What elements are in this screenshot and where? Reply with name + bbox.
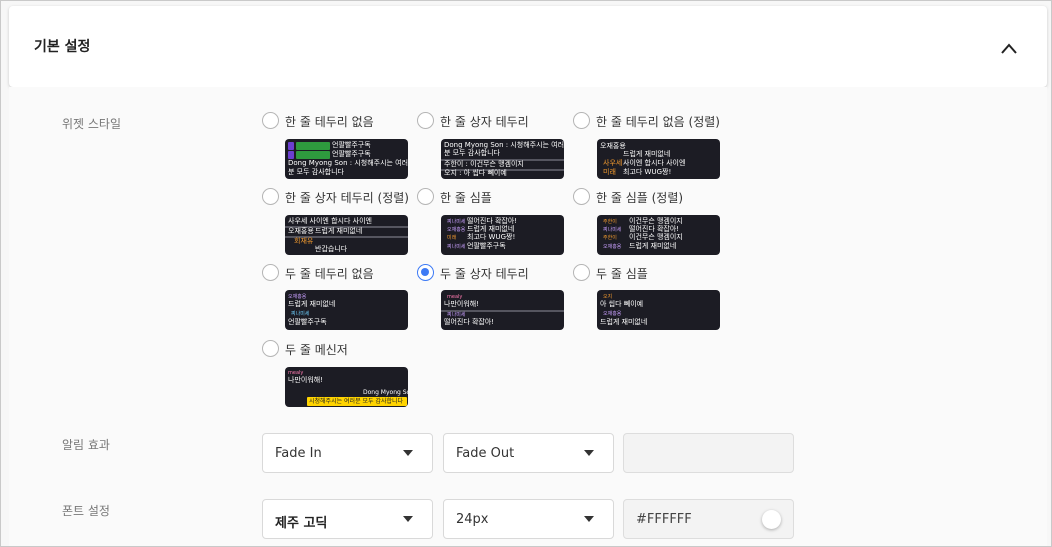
preview-text: 미래 <box>603 168 616 176</box>
preview-text: 나만이워해! <box>288 376 324 384</box>
tag <box>288 151 294 159</box>
preview-text: 드럽게 재미없네 <box>600 318 648 326</box>
preview-text: 최고다 WUG짱! <box>623 168 672 176</box>
preview-text: 떨어진다 확잡아! <box>444 318 495 326</box>
select-value: 24px <box>456 512 489 527</box>
preview-text: 언팔빨주구독 <box>288 318 327 326</box>
widget-preview-4[interactable]: 사우세 사이엔 합시다 사이엔 오재홍용 드럽게 재미없네 회재유 반갑습니다 <box>285 215 408 255</box>
preview-text: 회재유 <box>294 237 314 245</box>
widget-preview-7[interactable]: 오재홍용 드럽게 재미없네 찌나미세 언팔빨주구독 <box>285 290 408 330</box>
preview-text: 드럽게 재미없네 <box>629 242 677 250</box>
radio-button[interactable] <box>573 188 590 205</box>
widget-preview-5[interactable]: 찌나미세 떨어진다 확잡아! 오재홍용 드럽게 재미없네 미래 최고다 WUG짱… <box>441 215 564 255</box>
option-label: 두 줄 메신저 <box>285 343 348 357</box>
option-label: 한 줄 상자 테두리 <box>440 115 529 129</box>
section-header[interactable]: 기본 설정 <box>9 6 1047 87</box>
widget-preview-10[interactable]: mealy 나만이워해! Dong Myong Son 시청해주시는 여러분 모… <box>285 367 408 407</box>
widget-preview-6[interactable]: 주한이 이건무슨 맹겜이지 찌나미세 떨어진다 확잡아! 주한이 이건무슨 맹겜… <box>597 215 720 255</box>
preview-text: 찌나미세 <box>447 244 466 250</box>
radio-button[interactable] <box>262 264 279 281</box>
radio-button[interactable] <box>417 112 434 129</box>
settings-panel: 기본 설정 위젯 스타일 한 줄 테두리 없음 언팔빨주구독 언팔빨주구독 Do… <box>0 0 1052 547</box>
select-value: Fade Out <box>456 446 515 461</box>
preview-text: Dong Myong Son <box>363 389 408 396</box>
color-value: #FFFFFF <box>636 512 692 527</box>
fade-in-select[interactable]: Fade In <box>262 433 433 473</box>
caret-down-icon <box>403 450 413 456</box>
preview-text: 나만이워해! <box>444 300 480 308</box>
radio-button[interactable] <box>262 188 279 205</box>
option-label: 한 줄 테두리 없음 (정렬) <box>596 115 720 129</box>
alert-extra-field[interactable] <box>623 433 794 473</box>
preview-text: 시청해주시는 여러분 모두 감사합니다 <box>309 398 404 405</box>
section-title: 기본 설정 <box>34 39 91 55</box>
fade-out-select[interactable]: Fade Out <box>443 433 614 473</box>
radio-button[interactable] <box>417 188 434 205</box>
widget-preview-1[interactable]: 언팔빨주구독 언팔빨주구독 Dong Myong Son : 시청해주시는 여러… <box>285 139 408 179</box>
option-label: 두 줄 심플 <box>596 267 648 281</box>
preview-text: 분 모두 감사합니다 <box>288 168 344 176</box>
preview-text: 언팔빨주구독 <box>332 150 371 158</box>
preview-text: 미래 <box>447 235 457 241</box>
preview-text: 사이엔 합시다 사이엔 <box>623 159 686 167</box>
radio-button[interactable] <box>573 264 590 281</box>
preview-text: 사우세 사이엔 합시다 사이엔 <box>288 217 372 225</box>
tag <box>296 142 330 150</box>
preview-text: 최고다 WUG짱! <box>467 233 516 241</box>
caret-down-icon <box>584 516 594 522</box>
alert-effect-label: 알림 효과 <box>62 438 110 452</box>
font-family-select[interactable]: 제주 고딕 <box>262 499 433 539</box>
caret-down-icon <box>584 450 594 456</box>
radio-button[interactable] <box>573 112 590 129</box>
preview-text: 드럽게 재미없네 <box>623 150 671 158</box>
radio-button[interactable] <box>262 340 279 357</box>
preview-text: 반갑습니다 <box>315 245 348 253</box>
widget-preview-3[interactable]: 오재홍용 드럽게 재미없네 사우세 사이엔 합시다 사이엔 미래 최고다 WUG… <box>597 139 720 179</box>
preview-text: 드럽게 재미없네 <box>288 300 336 308</box>
option-label: 한 줄 심플 (정렬) <box>596 191 684 205</box>
tag <box>296 151 330 159</box>
radio-button-selected[interactable] <box>417 264 434 281</box>
widget-preview-9[interactable]: 오지 아 씹다 뻬이예 오재홍용 드럽게 재미없네 <box>597 290 720 330</box>
preview-text: 오지 : 아 씹다 뻬이예 <box>444 169 507 177</box>
option-label: 한 줄 심플 <box>440 191 492 205</box>
preview-text: Dong Myong Son : 시청해주시는 여러 <box>288 159 408 167</box>
color-swatch[interactable] <box>762 510 781 529</box>
select-value: Fade In <box>275 446 322 461</box>
chevron-up-icon[interactable] <box>1001 42 1017 56</box>
radio-button[interactable] <box>262 112 279 129</box>
option-label: 두 줄 상자 테두리 <box>440 267 529 281</box>
option-label: 한 줄 테두리 없음 <box>285 115 374 129</box>
widget-preview-8[interactable]: mealy 나만이워해! 찌나미세 떨어진다 확잡아! <box>441 290 564 330</box>
preview-text: 사우세 <box>603 159 623 167</box>
preview-text: 드럽게 재미없네 <box>315 227 363 235</box>
preview-text: 주한이 <box>603 235 617 241</box>
widget-style-label: 위젯 스타일 <box>62 117 122 131</box>
preview-text: 언팔빨주구독 <box>467 242 506 250</box>
widget-preview-2[interactable]: Dong Myong Son : 시청해주시는 여러 분 모두 감사합니다 주한… <box>441 139 564 179</box>
preview-text: 오재홍용 <box>600 142 626 150</box>
preview-text: 이건무슨 맹겜이지 <box>629 233 683 241</box>
option-label: 두 줄 테두리 없음 <box>285 267 374 281</box>
preview-text: 분 모두 감사합니다 <box>444 149 500 157</box>
preview-text: 주한이 : 이건무슨 맹겜이지 <box>444 160 524 168</box>
font-size-select[interactable]: 24px <box>443 499 614 539</box>
section-body: 위젯 스타일 한 줄 테두리 없음 언팔빨주구독 언팔빨주구독 Dong Myo… <box>9 87 1047 546</box>
font-settings-label: 폰트 설정 <box>62 504 110 518</box>
preview-text: 아 씹다 뻬이예 <box>600 300 644 308</box>
caret-down-icon <box>403 516 413 522</box>
preview-text: 언팔빨주구독 <box>332 141 371 149</box>
tag <box>288 142 294 150</box>
preview-text: 오재홍용 <box>603 244 622 250</box>
font-color-field[interactable]: #FFFFFF <box>623 499 794 539</box>
option-label: 한 줄 상자 테두리 (정렬) <box>285 191 409 205</box>
select-value: 제주 고딕 <box>275 516 328 531</box>
preview-text: 오재홍용 <box>288 227 314 235</box>
